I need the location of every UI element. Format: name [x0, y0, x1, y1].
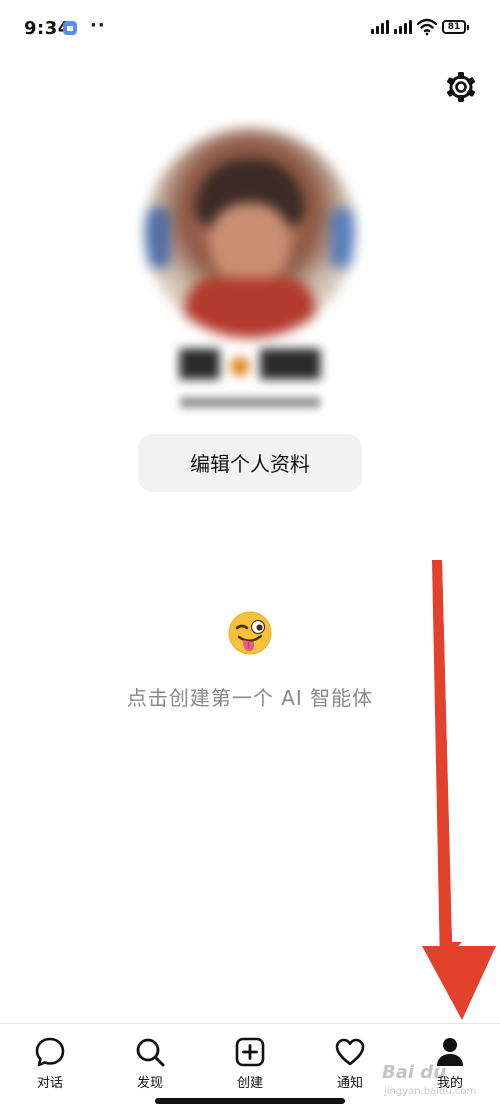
plus-square-icon [235, 1037, 265, 1067]
nav-item-chat[interactable]: 对话 [0, 1024, 100, 1096]
gear-icon[interactable] [444, 70, 478, 104]
more-notifications-indicator: ·· [90, 15, 106, 36]
edit-profile-button[interactable]: 编辑个人资料 [138, 434, 362, 492]
nav-label: 创建 [236, 1076, 263, 1091]
winking-tongue-emoji-icon [228, 611, 272, 655]
search-icon [136, 1038, 165, 1067]
app-notification-icon [63, 21, 77, 35]
watermark: Bai du jingyan.baidu.com [382, 1062, 500, 1110]
home-indicator [155, 1098, 345, 1104]
avatar[interactable] [145, 128, 355, 338]
username: ██ ● ███ [179, 350, 321, 380]
wifi-icon [417, 18, 437, 36]
heart-icon [335, 1038, 365, 1066]
profile-screen: 9:34 ·· 81 ██ ● ███ ▆▆▆▆▆▆▆▆▆▆▆▆▆▆ 编辑个人资… [0, 0, 500, 1113]
watermark-sub: jingyan.baidu.com [384, 1086, 477, 1097]
chat-bubble-icon [35, 1037, 65, 1067]
battery-indicator: 81 [442, 20, 469, 34]
cell-signal-icon [371, 20, 391, 34]
watermark-main: Bai du [382, 1062, 447, 1083]
user-subline: ▆▆▆▆▆▆▆▆▆▆▆▆▆▆ [180, 394, 320, 409]
nav-label: 发现 [136, 1076, 163, 1091]
annotation-arrow [422, 560, 496, 1020]
nav-item-discover[interactable]: 发现 [100, 1024, 200, 1096]
status-bar: 9:34 ·· 81 [0, 0, 500, 56]
nav-item-create[interactable]: 创建 [200, 1024, 300, 1096]
cell-signal-icon [394, 20, 414, 34]
nav-label: 对话 [36, 1076, 63, 1091]
